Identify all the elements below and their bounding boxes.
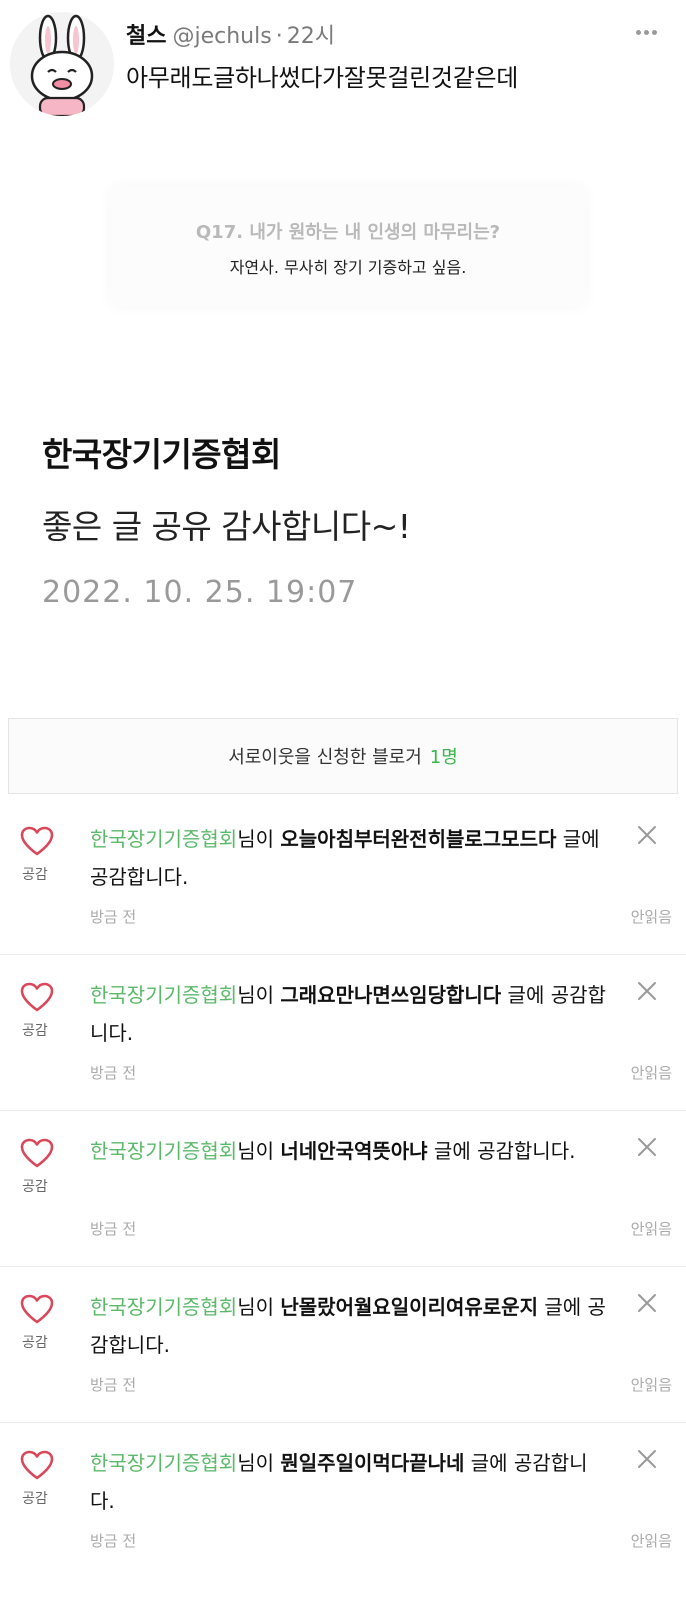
heart-icon[interactable] [20,826,54,856]
comment-body: 좋은 글 공유 감사합니다~! [42,507,411,546]
rabbit-avatar-icon [30,14,94,116]
notification-connector: 님이 [237,1451,281,1475]
heart-label: 공감 [22,1335,48,1351]
unread-status: 안읽음 [630,908,672,926]
notification-divider [0,1422,686,1423]
notification-post-title[interactable]: 너네안국역뜻아냐 [280,1139,427,1163]
unread-status: 안읽음 [630,1220,672,1238]
heart-label: 공감 [22,867,48,883]
notification-text: 한국장기기증협회님이 그래요만나면쓰임당합니다 글에 공감합니다. [90,976,610,1052]
notification-suffix: 글에 공감합니다. [427,1139,576,1163]
notification-item[interactable]: 공감 한국장기기증협회님이 뭔일주일이먹다끝나네 글에 공감합니다. 방금 전 … [0,1430,686,1570]
notification-divider [0,954,686,955]
notification-time: 방금 전 [90,908,137,926]
notification-connector: 님이 [237,1295,281,1319]
notification-item[interactable]: 공감 한국장기기증협회님이 난몰랐어월요일이리여유로운지 글에 공감합니다. 방… [0,1274,686,1414]
notification-user[interactable]: 한국장기기증협회 [90,983,237,1007]
notification-post-title[interactable]: 그래요만나면쓰임당합니다 [280,983,501,1007]
notification-user[interactable]: 한국장기기증협회 [90,1451,237,1475]
tweet-author-name[interactable]: 철스 [126,24,166,49]
avatar[interactable] [10,12,114,116]
neighbor-request-bar[interactable]: 서로이웃을 신청한 블로거 1명 [8,718,678,794]
answer-text: 자연사. 무사히 장기 기증하고 싶음. [229,258,467,277]
notification-connector: 님이 [237,1139,281,1163]
tweet-text: 아무래도글하나썼다가잘못걸린것같은데 [126,64,519,92]
comment-author[interactable]: 한국장기기증협회 [42,428,281,476]
tweet: 철스 @jechuls · 22시 아무래도글하나썼다가잘못걸린것같은데 [0,0,686,160]
notification-item[interactable]: 공감 한국장기기증협회님이 그래요만나면쓰임당합니다 글에 공감합니다. 방금 … [0,962,686,1102]
close-icon[interactable] [636,980,658,1002]
heart-icon[interactable] [20,1294,54,1324]
unread-status: 안읽음 [630,1064,672,1082]
notification-connector: 님이 [237,983,281,1007]
close-icon[interactable] [636,824,658,846]
notification-item[interactable]: 공감 한국장기기증협회님이 오늘아침부터완전히블로그모드다 글에 공감합니다. … [0,806,686,946]
notification-connector: 님이 [237,827,281,851]
notification-user[interactable]: 한국장기기증협회 [90,1295,237,1319]
heart-label: 공감 [22,1023,48,1039]
tweet-time[interactable]: 22시 [287,24,335,49]
notification-text: 한국장기기증협회님이 뭔일주일이먹다끝나네 글에 공감합니다. [90,1444,610,1520]
notification-time: 방금 전 [90,1376,137,1394]
notification-time: 방금 전 [90,1064,137,1082]
close-icon[interactable] [636,1292,658,1314]
question-text: Q17. 내가 원하는 내 인생의 마무리는? [195,222,501,243]
close-icon[interactable] [636,1136,658,1158]
notification-post-title[interactable]: 오늘아침부터완전히블로그모드다 [280,827,556,851]
neighbor-request-count: 1명 [429,747,458,768]
question-card: Q17. 내가 원하는 내 인생의 마무리는? 자연사. 무사히 장기 기증하고… [110,186,586,306]
notification-user[interactable]: 한국장기기증협회 [90,827,237,851]
heart-icon[interactable] [20,982,54,1012]
notification-divider [0,1266,686,1267]
unread-status: 안읽음 [630,1532,672,1550]
more-horizontal-icon[interactable] [636,20,664,40]
notification-item[interactable]: 공감 한국장기기증협회님이 너네안국역뜻아냐 글에 공감합니다. 방금 전 안읽… [0,1118,686,1258]
unread-status: 안읽음 [630,1376,672,1394]
neighbor-request-label: 서로이웃을 신청한 블로거 [228,747,422,768]
notification-text: 한국장기기증협회님이 너네안국역뜻아냐 글에 공감합니다. [90,1132,610,1170]
notification-divider [0,1110,686,1111]
tweet-handle[interactable]: @jechuls [172,24,271,49]
notification-time: 방금 전 [90,1220,137,1238]
heart-label: 공감 [22,1179,48,1195]
heart-icon[interactable] [20,1450,54,1480]
tweet-meta: 철스 @jechuls · 22시 [126,18,335,50]
close-icon[interactable] [636,1448,658,1470]
notification-post-title[interactable]: 난몰랐어월요일이리여유로운지 [280,1295,538,1319]
heart-icon[interactable] [20,1138,54,1168]
notification-text: 한국장기기증협회님이 난몰랐어월요일이리여유로운지 글에 공감합니다. [90,1288,610,1364]
notification-post-title[interactable]: 뭔일주일이먹다끝나네 [280,1451,464,1475]
notification-text: 한국장기기증협회님이 오늘아침부터완전히블로그모드다 글에 공감합니다. [90,820,610,896]
notification-user[interactable]: 한국장기기증협회 [90,1139,237,1163]
heart-label: 공감 [22,1491,48,1507]
comment-date: 2022. 10. 25. 19:07 [42,575,358,610]
tweet-separator: · [275,24,283,49]
notification-time: 방금 전 [90,1532,137,1550]
